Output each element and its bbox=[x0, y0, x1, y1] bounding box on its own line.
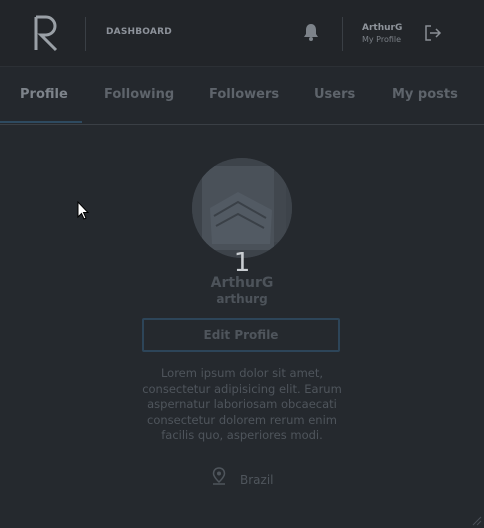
logout-icon[interactable] bbox=[424, 24, 442, 42]
location-pin-icon bbox=[212, 467, 226, 485]
tab-users[interactable]: Users bbox=[314, 87, 355, 102]
avatar[interactable] bbox=[192, 158, 292, 258]
tab-my-posts[interactable]: My posts bbox=[392, 87, 458, 102]
mouse-cursor-icon bbox=[77, 201, 89, 220]
header-divider bbox=[85, 17, 86, 51]
bell-icon[interactable] bbox=[303, 23, 319, 41]
my-profile-link[interactable]: My Profile bbox=[362, 34, 402, 46]
profile-name: ArthurG bbox=[210, 275, 274, 291]
profile-tabs: Profile Following Followers Users My pos… bbox=[0, 67, 484, 125]
profile-location: Brazil bbox=[240, 473, 274, 487]
profile-handle: arthurg bbox=[216, 292, 268, 306]
r-logo-icon[interactable] bbox=[32, 14, 62, 52]
dashboard-link[interactable]: DASHBOARD bbox=[106, 27, 172, 37]
tab-following[interactable]: Following bbox=[104, 87, 174, 102]
tab-profile[interactable]: Profile bbox=[20, 87, 68, 102]
avatar-photo bbox=[192, 158, 292, 258]
avatar-badge: 1 bbox=[233, 248, 251, 278]
active-tab-indicator bbox=[0, 121, 82, 123]
user-name: ArthurG bbox=[362, 23, 403, 33]
edit-profile-button[interactable]: Edit Profile bbox=[142, 318, 340, 352]
top-bar: DASHBOARD ArthurG My Profile bbox=[0, 0, 484, 67]
tab-followers[interactable]: Followers bbox=[209, 87, 279, 102]
header-divider bbox=[342, 17, 343, 51]
user-menu[interactable]: ArthurG My Profile bbox=[362, 22, 402, 46]
resize-grip-icon[interactable] bbox=[470, 514, 482, 526]
profile-bio: Lorem ipsum dolor sit amet, consectetur … bbox=[142, 366, 342, 442]
